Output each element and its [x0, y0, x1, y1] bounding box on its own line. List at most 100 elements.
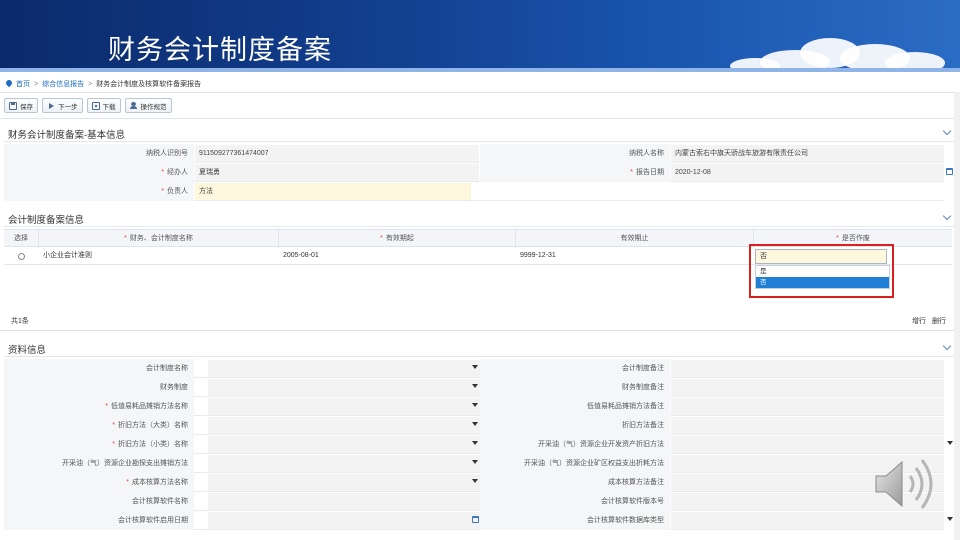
form-row: * 负责人 方法 [4, 182, 944, 201]
divider [0, 92, 960, 93]
dropdown-caret-icon[interactable] [947, 441, 953, 445]
materials-row: 财务制度 财务制度备注 [4, 378, 944, 397]
materials-row: 会计制度名称 会计制度备注 [4, 359, 944, 378]
calendar-icon[interactable] [946, 168, 953, 175]
label-text: 会计核算软件版本号 [601, 498, 664, 505]
calendar-icon[interactable] [472, 516, 479, 523]
section-materials: 资料信息 [4, 337, 956, 357]
materials-right-label: 成本核算方法备注 [480, 473, 670, 492]
materials-row: 开采油（气）资源企业勘探支出摊销方法 开采油（气）资源企业矿区权益支出折耗方法 [4, 454, 944, 473]
taxpayer-name-field: 内蒙古索右中旗天骄战车旅游有限责任公司 [671, 145, 944, 162]
materials-left-label: 会计核算软件名称 [4, 492, 194, 511]
required-mark: * [630, 169, 633, 176]
required-mark: * [161, 188, 164, 195]
section-records: 会计制度备案信息 [4, 207, 956, 227]
add-row-button[interactable]: 增行 [912, 316, 926, 326]
row-select-radio[interactable] [18, 253, 25, 260]
label-text: 经办人 [167, 169, 188, 176]
location-pin-icon [6, 80, 12, 88]
next-step-button-label: 下一步 [58, 103, 78, 111]
materials-left-label: * 成本核算方法名称 [4, 473, 194, 492]
principal-input[interactable]: 方法 [195, 183, 471, 200]
materials-right-field[interactable] [671, 512, 944, 529]
delete-row-button[interactable]: 删行 [932, 316, 946, 326]
chevron-down-icon[interactable] [942, 341, 952, 351]
column-header-name: * 财务、会计制度名称 [39, 230, 279, 248]
user-icon [129, 101, 138, 110]
scrollbar[interactable] [954, 92, 960, 540]
banner-stripe [0, 68, 960, 72]
dropdown-caret-icon[interactable] [472, 384, 478, 388]
materials-right-label: 会计核算软件版本号 [480, 492, 670, 511]
materials-right-field[interactable] [671, 360, 944, 377]
label-text: 会计核算软件名称 [132, 498, 188, 505]
next-step-button[interactable]: 下一步 [42, 98, 83, 113]
cell-end: 9999-12-31 [520, 252, 556, 259]
label-text: 会计制度备注 [622, 365, 664, 372]
cell-start: 2005-08-01 [283, 252, 319, 259]
column-header-end: 有效期止 [516, 230, 754, 248]
materials-right-field[interactable] [671, 436, 944, 453]
label-text: 成本核算方法备注 [608, 479, 664, 486]
required-mark: * [161, 169, 164, 176]
label-text: 会计核算软件数据库类型 [587, 517, 664, 524]
label-text: 负责人 [167, 188, 188, 195]
dropdown-caret-icon[interactable] [472, 365, 478, 369]
section-basic-info: 财务会计制度备案-基本信息 [4, 122, 956, 142]
materials-left-field[interactable] [208, 360, 480, 377]
breadcrumb: 首页 > 综合信息报告 > 财务会计制度及核算软件备案报告 [6, 78, 201, 90]
operation-guide-button[interactable]: 操作规范 [124, 98, 172, 113]
materials-right-label: 开采油（气）资源企业矿区权益支出折耗方法 [480, 454, 670, 473]
save-button[interactable]: 保存 [4, 98, 38, 113]
materials-left-field[interactable] [208, 493, 480, 510]
materials-left-field[interactable] [208, 379, 480, 396]
dropdown-caret-icon[interactable] [947, 517, 953, 521]
handler-field: 夏瑞勇 [195, 164, 479, 181]
chevron-down-icon[interactable] [942, 126, 952, 136]
form-row: 纳税人识别号 911509277361474007 纳税人名称 内蒙古索右中旗天… [4, 144, 944, 163]
breadcrumb-comprehensive-report[interactable]: 综合信息报告 [42, 79, 84, 89]
report-date-field: 2020-12-08 [671, 164, 944, 181]
materials-right-field[interactable] [671, 398, 944, 415]
materials-left-label: 财务制度 [4, 378, 194, 397]
required-mark: * [112, 441, 115, 448]
breadcrumb-home[interactable]: 首页 [16, 79, 30, 89]
materials-left-field[interactable] [208, 474, 480, 491]
materials-right-label: 会计制度备注 [480, 359, 670, 378]
materials-right-field[interactable] [671, 379, 944, 396]
materials-row: 会计核算软件名称 会计核算软件版本号 [4, 492, 944, 511]
header-text: 有效期起 [385, 235, 414, 242]
dropdown-caret-icon[interactable] [472, 441, 478, 445]
divider [0, 330, 960, 331]
cell-name: 小企业会计准则 [43, 252, 92, 259]
download-button[interactable]: 下载 [86, 98, 121, 113]
dropdown-caret-icon[interactable] [472, 479, 478, 483]
required-mark: * [112, 422, 115, 429]
materials-row: * 低值易耗品摊销方法名称 低值易耗品摊销方法备注 [4, 397, 944, 416]
label-text: 开采油（气）资源企业矿区权益支出折耗方法 [524, 460, 664, 467]
chevron-down-icon[interactable] [942, 211, 952, 221]
principal-label: * 负责人 [4, 182, 194, 201]
materials-left-field[interactable] [208, 398, 480, 415]
materials-left-field[interactable] [208, 512, 480, 529]
breadcrumb-separator: > [34, 80, 39, 88]
materials-left-label: * 低值易耗品摊销方法名称 [4, 397, 194, 416]
label-text: 会计核算软件启用日期 [118, 517, 188, 524]
dropdown-caret-icon[interactable] [472, 403, 478, 407]
speaker-icon[interactable] [872, 454, 942, 514]
section-title: 资料信息 [8, 345, 47, 356]
breadcrumb-current: 财务会计制度及核算软件备案报告 [96, 81, 202, 88]
required-mark: * [836, 235, 839, 242]
header-banner: 财务会计制度备案 [0, 0, 960, 72]
label-text: 财务制度 [160, 384, 188, 391]
header-text: 是否作废 [841, 235, 870, 242]
materials-right-field[interactable] [671, 417, 944, 434]
materials-left-label: * 折旧方法（小类）名称 [4, 435, 194, 454]
materials-left-field[interactable] [208, 417, 480, 434]
materials-left-label: 开采油（气）资源企业勘探支出摊销方法 [4, 454, 194, 473]
label-text: 折旧方法（大类）名称 [118, 422, 188, 429]
dropdown-caret-icon[interactable] [472, 460, 478, 464]
materials-left-field[interactable] [208, 436, 480, 453]
materials-left-field[interactable] [208, 455, 480, 472]
dropdown-caret-icon[interactable] [472, 422, 478, 426]
